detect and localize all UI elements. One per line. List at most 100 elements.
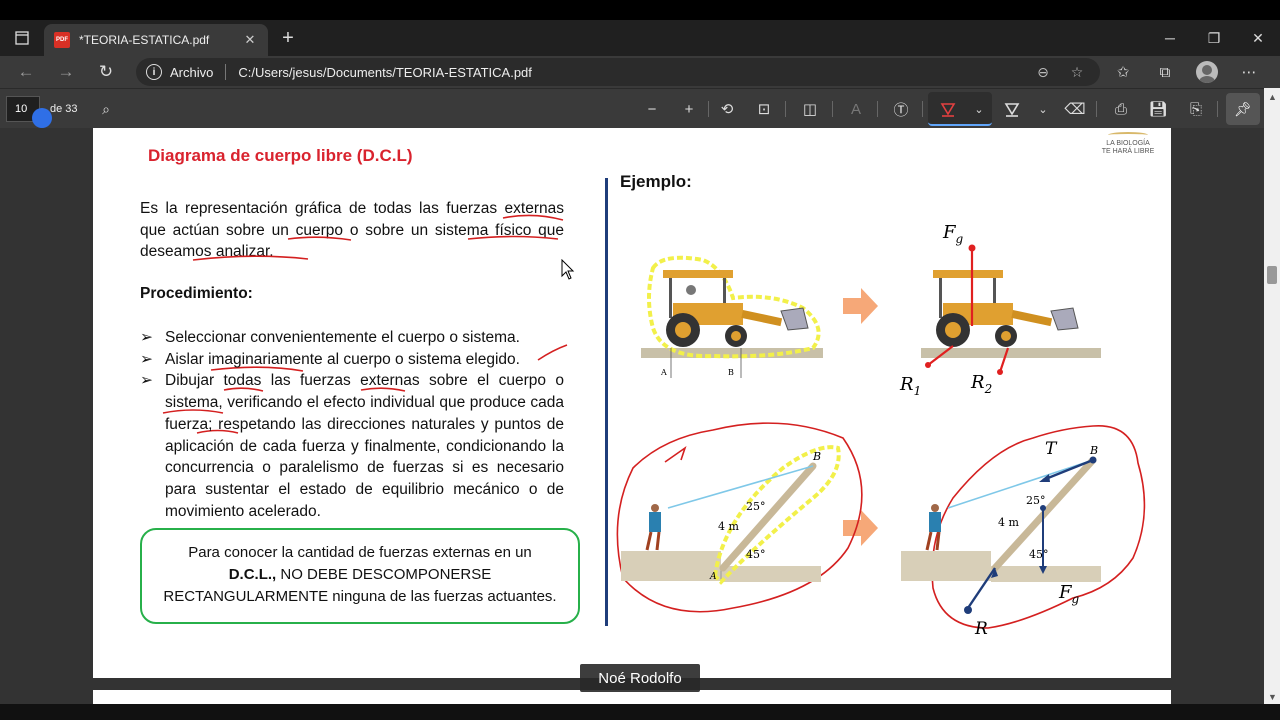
info-icon[interactable]: i	[146, 64, 162, 80]
logo: LA BIOLOGÍA TE HARÁ LIBRE	[1098, 132, 1158, 156]
window-controls: ─ ❐ ✕	[1148, 20, 1280, 56]
text-box-icon[interactable]: Ⓣ	[887, 95, 915, 123]
site-label: Archivo	[170, 64, 214, 80]
arrow-right-icon	[843, 510, 878, 546]
pdf-viewer[interactable]: Diagrama de cuerpo libre (D.C.L) LA BIOL…	[0, 128, 1264, 704]
label-angle-25: 25°	[746, 500, 766, 513]
arrow-bullet-icon: ➢	[140, 329, 153, 346]
draw-pen-icon	[940, 103, 956, 117]
highlight-dropdown-chevron-icon[interactable]: ⌄	[1029, 95, 1057, 123]
note-bold: D.C.L.,	[228, 566, 277, 583]
scroll-thumb[interactable]	[1267, 266, 1277, 284]
pdf-file-icon: PDF	[54, 32, 70, 48]
collections-icon[interactable]: ⧉	[1144, 56, 1186, 88]
address-bar: ← → ↻ i Archivo C:/Users/jesus/Documents…	[0, 56, 1280, 88]
minimize-button[interactable]: ─	[1148, 20, 1192, 56]
refresh-button[interactable]: ↻	[86, 56, 126, 88]
top-black-band	[0, 0, 1280, 20]
note-line-1: Para conocer la cantidad de fuerzas exte…	[188, 544, 532, 561]
divider	[877, 101, 878, 117]
label-length-dcl: 4 m	[998, 516, 1019, 529]
label-b: B	[728, 368, 734, 377]
participant-name-overlay: Noé Rodolfo	[580, 664, 700, 692]
procedure-title: Procedimiento:	[140, 285, 253, 302]
tab-actions-button[interactable]	[0, 20, 44, 56]
save-as-icon[interactable]: ⎘	[1182, 95, 1210, 123]
label-angle-25-dcl: 25°	[1026, 494, 1046, 507]
add-favorite-icon[interactable]: ☆	[1060, 58, 1094, 86]
note-line-3: RECTANGULARMENTE ninguna de las fuerzas …	[163, 588, 557, 605]
draw-dropdown-chevron-icon[interactable]: ⌄	[965, 95, 993, 123]
bottom-bar	[0, 704, 1280, 720]
new-tab-button[interactable]: +	[272, 22, 304, 54]
step-text: Seleccionar convenientemente el cuerpo o…	[165, 329, 520, 346]
divider	[225, 64, 227, 80]
save-icon[interactable]: 💾︎	[1144, 95, 1172, 123]
back-button[interactable]: ←	[6, 56, 46, 88]
zoom-in-button[interactable]: +	[675, 95, 703, 123]
arrow-bullet-icon: ➢	[140, 350, 153, 368]
tractor-figure: A B	[641, 255, 823, 378]
note-rest: NO DEBE DESCOMPONERSE	[276, 566, 492, 583]
example-title: Ejemplo:	[620, 172, 692, 191]
label-b-rod: B	[812, 450, 821, 463]
zoom-out-icon[interactable]: ⊖	[1026, 58, 1060, 86]
note-line-2: D.C.L., NO DEBE DESCOMPONERSE	[142, 564, 578, 586]
label-fg-top: Fg	[942, 222, 964, 246]
scroll-down-icon[interactable]: ▼	[1268, 692, 1277, 702]
divider	[922, 101, 923, 117]
label-a-rod: A	[709, 572, 717, 582]
page-total: de 33	[50, 103, 78, 115]
label-a: A	[660, 368, 667, 377]
label-t: T	[1045, 439, 1058, 459]
arrow-bullet-icon: ➢	[140, 372, 153, 390]
divider	[708, 101, 709, 117]
scroll-up-icon[interactable]: ▲	[1268, 92, 1277, 102]
rod-dcl-figure: T B 25° 4 m 45° Fg R	[901, 425, 1146, 639]
read-aloud-icon[interactable]: A	[842, 95, 870, 123]
intro-paragraph: Es la representación gráfica de todas la…	[140, 200, 564, 260]
avatar	[1196, 61, 1218, 83]
label-r1: R1	[899, 374, 921, 398]
divider	[832, 101, 833, 117]
forward-button[interactable]: →	[46, 56, 86, 88]
divider	[1217, 101, 1218, 117]
pointer-cursor-icon	[32, 108, 52, 128]
tractor-dcl-figure: Fg R1 R2	[899, 222, 1101, 398]
page-view-icon[interactable]: ◫	[796, 95, 824, 123]
restore-button[interactable]: ❐	[1192, 20, 1236, 56]
tab-title: *TEORIA-ESTATICA.pdf	[79, 33, 210, 47]
close-tab-icon[interactable]: ✕	[242, 32, 258, 48]
draw-icon[interactable]	[934, 95, 962, 123]
tab-teoria-estatica[interactable]: PDF *TEORIA-ESTATICA.pdf ✕	[44, 24, 268, 56]
label-angle-45-dcl: 45°	[1029, 548, 1049, 561]
label-angle-45: 45°	[746, 548, 766, 561]
scrollbar[interactable]: ▲ ▼	[1264, 88, 1280, 704]
search-icon[interactable]: ⌕	[96, 99, 116, 119]
pdf-page: Diagrama de cuerpo libre (D.C.L) LA BIOL…	[93, 128, 1171, 678]
logo-mark-icon	[1108, 132, 1148, 138]
step-text: Dibujar todas las fuerzas externas sobre…	[165, 372, 564, 520]
list-item: ➢ Aislar imaginariamente al cuerpo o sist…	[140, 349, 564, 371]
tab-bar: PDF *TEORIA-ESTATICA.pdf ✕ + ─ ❐ ✕	[0, 20, 1280, 56]
mouse-cursor-icon	[561, 259, 575, 280]
logo-text-1: LA BIOLOGÍA	[1106, 140, 1150, 147]
rod-figure: B 25° 4 m 45° A	[616, 422, 863, 613]
divider	[785, 101, 786, 117]
rotate-icon[interactable]: ⟲	[713, 95, 741, 123]
url-input[interactable]: i Archivo C:/Users/jesus/Documents/TEORI…	[136, 58, 1100, 86]
pin-toolbar-icon[interactable]: 📌︎	[1226, 93, 1260, 125]
more-menu-icon[interactable]: ⋯	[1228, 56, 1270, 88]
close-window-button[interactable]: ✕	[1236, 20, 1280, 56]
fit-page-icon[interactable]: ⊡	[750, 95, 778, 123]
step-text: Aislar imaginariamente al cuerpo o siste…	[165, 350, 520, 368]
next-pdf-page	[93, 690, 1171, 704]
print-icon[interactable]: ⎙	[1107, 95, 1135, 123]
pdf-toolbar: 10 de 33 ⌕ − + ⟲ ⊡ ◫ A Ⓣ ⌄ ⌄ ⌫ ⎙ 💾︎ ⎘ 📌︎	[0, 88, 1280, 128]
eraser-icon[interactable]: ⌫	[1061, 95, 1089, 123]
zoom-out-button[interactable]: −	[638, 95, 666, 123]
favorites-icon[interactable]: ✩	[1102, 56, 1144, 88]
list-item: ➢ Seleccionar convenientemente el cuerpo …	[140, 327, 564, 349]
highlight-icon[interactable]	[998, 95, 1026, 123]
profile-button[interactable]	[1186, 56, 1228, 88]
